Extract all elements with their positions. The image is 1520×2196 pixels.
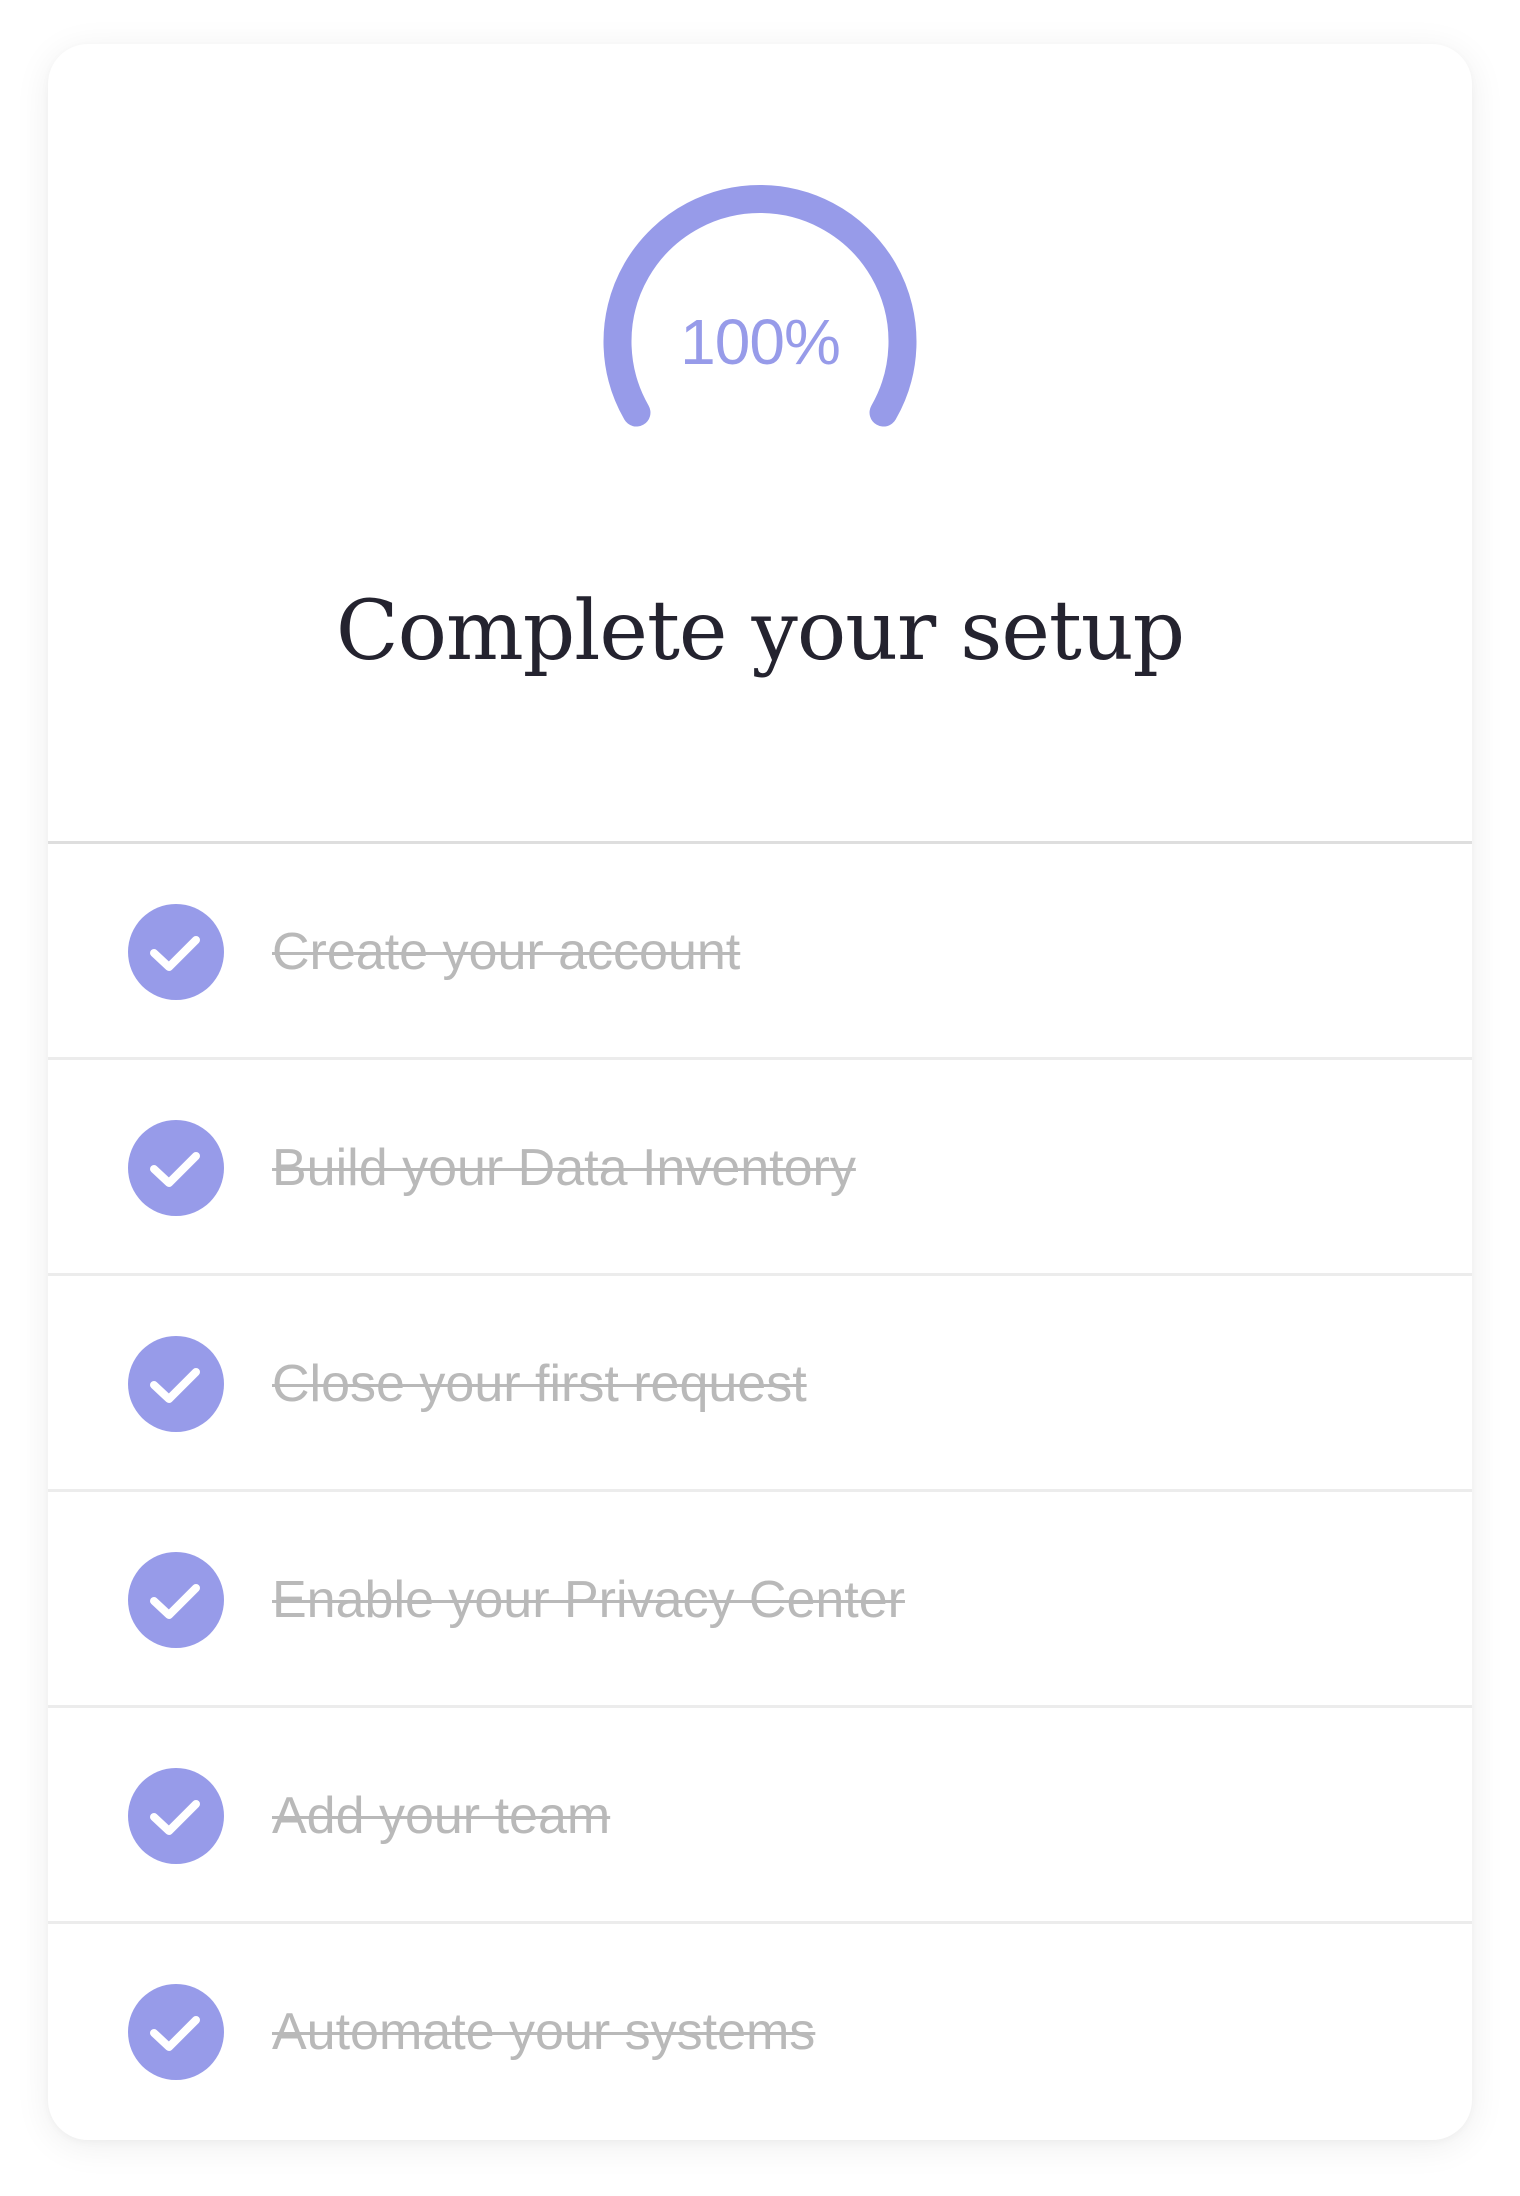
check-circle-icon [128, 1120, 224, 1216]
check-circle-icon [128, 904, 224, 1000]
progress-percent: 100% [680, 306, 841, 378]
checklist-item-automate-systems[interactable]: Automate your systems [48, 1924, 1472, 2140]
checklist-item-label: Create your account [272, 923, 741, 981]
checklist-item-label: Build your Data Inventory [272, 1139, 856, 1197]
check-circle-icon [128, 1984, 224, 2080]
checklist-item-label: Enable your Privacy Center [272, 1571, 905, 1629]
progress-gauge: 100% [598, 180, 922, 504]
checklist-item-label: Automate your systems [272, 2003, 816, 2061]
check-circle-icon [128, 1552, 224, 1648]
checklist-item-data-inventory[interactable]: Build your Data Inventory [48, 1060, 1472, 1276]
checklist-item-label: Add your team [272, 1787, 611, 1845]
check-circle-icon [128, 1768, 224, 1864]
setup-card: 100% Complete your setup Create your acc… [48, 44, 1472, 2140]
checklist-item-add-team[interactable]: Add your team [48, 1708, 1472, 1924]
page-title: Complete your setup [335, 584, 1185, 679]
checklist-item-privacy-center[interactable]: Enable your Privacy Center [48, 1492, 1472, 1708]
checklist-item-create-account[interactable]: Create your account [48, 844, 1472, 1060]
checklist-item-label: Close your first request [272, 1355, 807, 1413]
check-circle-icon [128, 1336, 224, 1432]
checklist-item-first-request[interactable]: Close your first request [48, 1276, 1472, 1492]
setup-checklist: Create your account Build your Data Inve… [48, 844, 1472, 2140]
